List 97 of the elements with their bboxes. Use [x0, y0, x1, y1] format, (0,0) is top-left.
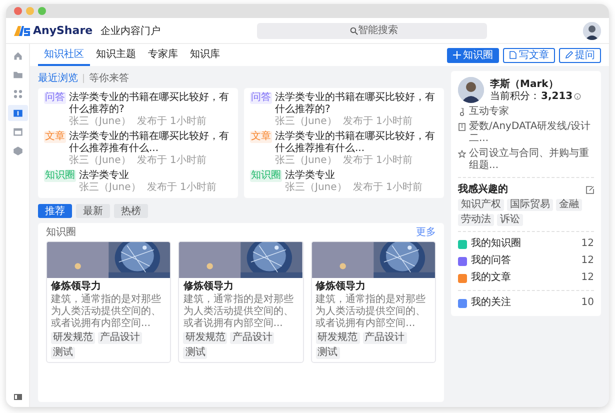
- type-tag: 问答: [250, 92, 272, 104]
- medal-icon: [458, 108, 466, 116]
- score-value: 3,213: [541, 90, 573, 102]
- user-name: 李斯（Mark）: [490, 78, 560, 90]
- brand-name: AnyShare: [33, 24, 93, 37]
- post-author: 张三（June）: [69, 155, 131, 167]
- profile-link[interactable]: 我的知识圈: [471, 237, 521, 251]
- filter-tab[interactable]: 推荐: [38, 204, 72, 218]
- link-count: 12: [581, 237, 594, 251]
- nav-tab[interactable]: 知识库: [184, 44, 226, 66]
- post-time: 发布于 1小时前: [136, 155, 206, 167]
- interest-tag[interactable]: 诉讼: [497, 214, 523, 226]
- post-time: 发布于 1小时前: [352, 182, 422, 194]
- card-tag: 研发规范: [183, 332, 228, 344]
- interest-tag[interactable]: 金融: [556, 199, 582, 211]
- sub-tab[interactable]: 最近浏览: [38, 71, 78, 85]
- circle-card[interactable]: 修炼领导力 建筑，通常指的是对那些为人类活动提供空间的、或者说拥有内部空间... 研发规范 产品设计 测试: [310, 241, 436, 363]
- portal-title: 企业内容门户: [100, 24, 161, 38]
- profile-link[interactable]: 我的问答: [471, 254, 511, 268]
- post-author: 张三（June）: [275, 116, 337, 128]
- filter-tab[interactable]: 热榜: [114, 204, 148, 218]
- sub-tab[interactable]: 等你来答: [89, 71, 129, 85]
- interest-tag[interactable]: 知识产权: [458, 199, 504, 211]
- user-avatar: [458, 77, 484, 103]
- sidebar-item[interactable]: [8, 105, 28, 121]
- card-tag: 产品设计: [362, 332, 407, 344]
- card-tag: 产品设计: [230, 332, 274, 344]
- nav-tab[interactable]: 专家库: [142, 44, 184, 66]
- interests-title: 我感兴趣的: [458, 183, 508, 196]
- create-circle-button[interactable]: 知识圈: [447, 48, 499, 62]
- profile-link[interactable]: 我的文章: [471, 271, 511, 285]
- card-tag: 研发规范: [51, 332, 95, 344]
- post-title[interactable]: 法学类专业的书籍在哪买比较好，有什么推荐的?: [69, 92, 232, 116]
- card-title: 修炼领导力: [183, 280, 234, 293]
- post-title[interactable]: 法学类专业: [79, 170, 216, 182]
- building-icon: [458, 123, 466, 131]
- card-description: 建筑，通常指的是对那些为人类活动提供空间的、或者说拥有内部空间...: [316, 294, 427, 330]
- post-time: 发布于 1小时前: [342, 155, 412, 167]
- circle-card[interactable]: 修炼领导力 建筑，通常指的是对那些为人类活动提供空间的、或者说拥有内部空间... 研发规范 产品设计 测试: [178, 241, 304, 363]
- plus-icon: [453, 51, 461, 59]
- post-title[interactable]: 法学类专业的书籍在哪买比较好，有什么推荐推有什么...: [275, 131, 438, 155]
- folder-icon: [12, 70, 22, 80]
- card-tag: 测试: [183, 347, 208, 359]
- type-tag: 知识圈: [44, 170, 76, 182]
- maximize-button[interactable]: [38, 7, 46, 15]
- post-title[interactable]: 法学类专业的书籍在哪买比较好，有什么推荐的?: [275, 92, 438, 116]
- grid-icon: [12, 89, 22, 99]
- post-title[interactable]: 法学类专业: [285, 170, 422, 182]
- link-count: 12: [581, 254, 594, 268]
- home-icon: [12, 51, 22, 61]
- close-button[interactable]: [14, 7, 22, 15]
- avatar[interactable]: [582, 22, 601, 40]
- post-author: 张三（June）: [69, 116, 131, 128]
- post-time: 发布于 1小时前: [136, 116, 206, 128]
- post-author: 张三（June）: [79, 182, 141, 194]
- card-title: 修炼领导力: [51, 280, 102, 293]
- post-time: 发布于 1小时前: [342, 116, 412, 128]
- document-icon: [509, 51, 517, 59]
- card-tag: 测试: [316, 347, 340, 359]
- profile-detail: 公司设立与合同、并购与重组题...: [469, 148, 590, 172]
- link-count: 12: [581, 271, 594, 285]
- card-tag: 产品设计: [98, 332, 142, 344]
- type-tag: 知识圈: [250, 170, 282, 182]
- link-count: 10: [581, 296, 594, 310]
- post-author: 张三（June）: [275, 155, 337, 167]
- post-title[interactable]: 法学类专业的书籍在哪买比较好，有什么推荐推有什么...: [69, 131, 232, 155]
- search-field[interactable]: 智能搜索: [256, 22, 487, 38]
- nav-tab[interactable]: 知识社区: [38, 44, 90, 66]
- interest-tag[interactable]: 国际贸易: [507, 199, 553, 211]
- type-tag: 文章: [250, 131, 272, 143]
- filter-tab[interactable]: 最新: [76, 204, 110, 218]
- info-icon[interactable]: [574, 93, 581, 100]
- nav-tab[interactable]: 知识主题: [90, 44, 142, 66]
- post-time: 发布于 1小时前: [146, 182, 216, 194]
- profile-link[interactable]: 我的关注: [471, 296, 511, 310]
- card-tag: 研发规范: [316, 332, 360, 344]
- star-icon: [458, 150, 466, 158]
- card-description: 建筑，通常指的是对那些为人类活动提供空间的、或者说拥有内部空间...: [183, 294, 294, 330]
- circle-card[interactable]: 修炼领导力 建筑，通常指的是对那些为人类活动提供空间的、或者说拥有内部空间... 研发规范 产品设计 测试: [46, 241, 172, 363]
- minimize-button[interactable]: [26, 7, 34, 15]
- profile-detail: 爱数/AnyDATA研发线/设计二...: [469, 121, 592, 145]
- interest-tag[interactable]: 劳动法: [458, 214, 494, 226]
- card-description: 建筑，通常指的是对那些为人类活动提供空间的、或者说拥有内部空间...: [51, 294, 162, 330]
- type-tag: 文章: [44, 131, 66, 143]
- pen-icon: [565, 51, 573, 59]
- post-author: 张三（June）: [285, 182, 347, 194]
- card-tag: 测试: [51, 347, 75, 359]
- card-title: 修炼领导力: [316, 280, 367, 293]
- edit-icon[interactable]: [586, 186, 594, 194]
- collapse-icon[interactable]: [14, 393, 22, 401]
- score-label: 当前积分：: [490, 90, 540, 102]
- section-title: 知识圈: [46, 226, 76, 239]
- ask-button[interactable]: 提问: [559, 48, 601, 62]
- profile-detail: 互动专家: [469, 106, 509, 118]
- logo-icon: [14, 26, 30, 36]
- write-article-button[interactable]: 写文章: [503, 48, 555, 62]
- type-tag: 问答: [44, 92, 66, 104]
